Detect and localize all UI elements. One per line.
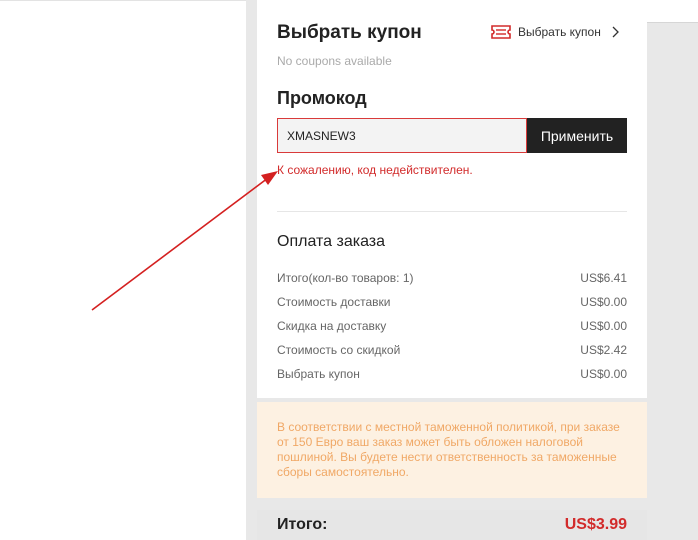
- summary-row-label: Скидка на доставку: [277, 319, 387, 333]
- summary-row-discounted-price: Стоимость со скидкой US$2.42: [277, 343, 627, 357]
- summary-row-label: Стоимость доставки: [277, 295, 391, 309]
- customs-notice: В соответствии с местной таможенной поли…: [257, 402, 647, 498]
- summary-row-value: US$0.00: [580, 319, 627, 333]
- summary-row-value: US$2.42: [580, 343, 627, 357]
- promo-code-input[interactable]: [277, 118, 527, 153]
- promo-error-message: К сожалению, код недействителен.: [277, 163, 473, 177]
- total-label: Итого:: [277, 516, 328, 533]
- summary-row-label: Выбрать купон: [277, 367, 360, 381]
- payment-summary-title: Оплата заказа: [277, 233, 386, 250]
- select-coupon-label: Выбрать купон: [518, 25, 601, 39]
- chevron-right-icon: [612, 26, 619, 38]
- summary-row-shipping-discount: Скидка на доставку US$0.00: [277, 319, 627, 333]
- total-bar: Итого: US$3.99: [257, 510, 647, 540]
- summary-row-label: Стоимость со скидкой: [277, 343, 401, 357]
- promo-title: Промокод: [277, 88, 367, 108]
- summary-row-value: US$6.41: [580, 271, 627, 285]
- total-value: US$3.99: [564, 516, 627, 533]
- summary-row-label: Итого(кол-во товаров: 1): [277, 271, 414, 285]
- summary-row-shipping: Стоимость доставки US$0.00: [277, 295, 627, 309]
- order-panel: Выбрать купон No coupons available Выбра…: [257, 0, 647, 398]
- summary-row-coupon: Выбрать купон US$0.00: [277, 367, 627, 381]
- summary-row-value: US$0.00: [580, 367, 627, 381]
- no-coupons-text: No coupons available: [277, 54, 392, 68]
- select-coupon-link[interactable]: Выбрать купон: [491, 25, 620, 39]
- summary-row-value: US$0.00: [580, 295, 627, 309]
- summary-row-subtotal: Итого(кол-во товаров: 1) US$6.41: [277, 271, 627, 285]
- coupon-title: Выбрать купон: [277, 22, 422, 43]
- left-blank-area: [0, 0, 246, 540]
- apply-button[interactable]: Применить: [527, 118, 627, 153]
- coupon-ticket-icon: [491, 25, 511, 39]
- divider: [277, 211, 627, 212]
